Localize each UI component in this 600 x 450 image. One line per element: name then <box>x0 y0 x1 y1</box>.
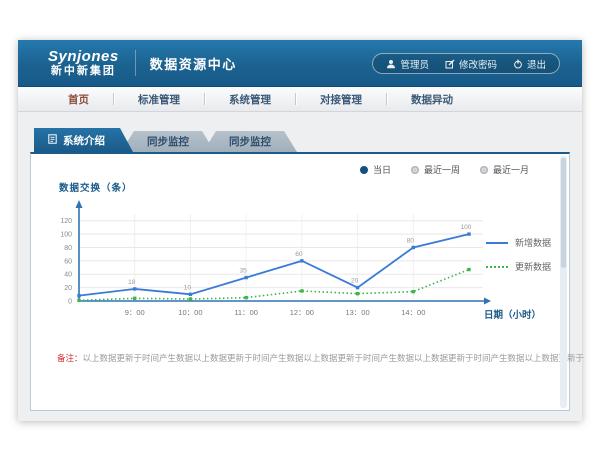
nav-item-home[interactable]: 首页 <box>44 92 113 107</box>
legend-updated-data[interactable]: 更新数据 <box>486 260 551 273</box>
logo-brand: Synjones <box>48 49 119 66</box>
current-user-label: 管理员 <box>400 57 429 71</box>
svg-text:100: 100 <box>60 232 72 239</box>
svg-text:14：00: 14：00 <box>401 308 425 317</box>
svg-text:100: 100 <box>461 224 472 231</box>
change-password-button[interactable]: 修改密码 <box>445 57 497 71</box>
svg-text:60: 60 <box>64 258 72 265</box>
tab-bar: 系统介绍 同步监控 同步监控 <box>34 128 297 152</box>
legend-new-data[interactable]: 新增数据 <box>486 236 551 249</box>
legend-label: 新增数据 <box>515 236 551 249</box>
svg-text:35: 35 <box>240 268 248 275</box>
svg-text:40: 40 <box>64 272 72 279</box>
filter-label: 最近一周 <box>424 163 460 176</box>
chart-wrap: 0 20 40 60 80 100 120 18 10 35 60 20 80 100 9：00 10：00 1… <box>39 198 497 322</box>
header-divider <box>135 50 136 76</box>
radio-selected-icon <box>360 166 368 174</box>
tab-label: 同步监控 <box>147 134 189 149</box>
y-axis-title: 数据交换（条） <box>59 180 133 194</box>
footnote-label: 备注： <box>57 353 83 363</box>
user-menu: 管理员 修改密码 退出 <box>372 53 560 74</box>
tab-system-intro[interactable]: 系统介绍 <box>34 128 133 152</box>
filter-today[interactable]: 当日 <box>360 163 391 176</box>
footnote-text: 以上数据更新于时间产生数据以上数据更新于时间产生数据以上数据更新于时间产生数据以… <box>83 353 585 363</box>
blue-line-swatch <box>486 242 508 244</box>
power-icon <box>513 59 523 69</box>
edit-icon <box>445 59 455 69</box>
filter-last-week[interactable]: 最近一周 <box>411 163 460 176</box>
svg-text:60: 60 <box>295 251 303 258</box>
svg-text:13：00: 13：00 <box>345 308 369 317</box>
app-title: 数据资源中心 <box>150 54 237 73</box>
svg-text:20: 20 <box>351 278 359 285</box>
radio-icon <box>411 166 419 174</box>
svg-text:18: 18 <box>128 279 136 286</box>
line-chart: 0 20 40 60 80 100 120 18 10 35 60 20 80 100 9：00 10：00 1… <box>39 198 497 322</box>
svg-text:0: 0 <box>68 299 72 306</box>
nav-item-data-change[interactable]: 数据异动 <box>387 92 477 107</box>
tab-label: 同步监控 <box>229 134 271 149</box>
logout-button[interactable]: 退出 <box>513 57 546 71</box>
svg-text:80: 80 <box>64 245 72 252</box>
change-password-label: 修改密码 <box>459 57 497 71</box>
tab-sync-monitor-1[interactable]: 同步监控 <box>121 131 215 152</box>
logout-label: 退出 <box>527 57 546 71</box>
page: Synjones 新中新集团 数据资源中心 管理员 修改密码 <box>0 0 600 450</box>
filter-last-month[interactable]: 最近一月 <box>480 163 529 176</box>
user-icon <box>386 59 396 69</box>
nav-item-standard-mgmt[interactable]: 标准管理 <box>114 92 204 107</box>
svg-text:10: 10 <box>184 284 192 291</box>
tab-label: 系统介绍 <box>63 133 105 148</box>
svg-text:10：00: 10：00 <box>178 308 202 317</box>
radio-icon <box>480 166 488 174</box>
app-window: Synjones 新中新集团 数据资源中心 管理员 修改密码 <box>18 40 582 421</box>
company-logo: Synjones 新中新集团 <box>48 49 119 78</box>
time-filter-group: 当日 最近一周 最近一月 <box>360 163 529 176</box>
chart-panel: 当日 最近一周 最近一月 数据交换（条） 0 20 40 60 80 100 120 18 10… <box>30 152 570 411</box>
current-user[interactable]: 管理员 <box>386 57 429 71</box>
app-header: Synjones 新中新集团 数据资源中心 管理员 修改密码 <box>18 40 582 87</box>
footnote: 备注：以上数据更新于时间产生数据以上数据更新于时间产生数据以上数据更新于时间产生… <box>57 352 584 364</box>
content-area: 系统介绍 同步监控 同步监控 当日 最近一周 <box>18 113 582 421</box>
logo-company-name: 新中新集团 <box>48 65 119 77</box>
panel-scrollbar[interactable] <box>560 156 567 408</box>
chart-legend: 新增数据 更新数据 <box>486 236 551 273</box>
green-dotted-swatch <box>486 266 508 268</box>
nav-item-interface-mgmt[interactable]: 对接管理 <box>296 92 386 107</box>
svg-text:20: 20 <box>64 285 72 292</box>
scrollbar-thumb[interactable] <box>561 158 566 268</box>
main-nav: 首页 标准管理 系统管理 对接管理 数据异动 <box>18 87 582 112</box>
tab-sync-monitor-2[interactable]: 同步监控 <box>203 131 297 152</box>
filter-label: 最近一月 <box>493 163 529 176</box>
x-axis-title: 日期（小时） <box>484 307 541 321</box>
svg-text:80: 80 <box>407 237 415 244</box>
document-icon <box>48 134 57 147</box>
filter-label: 当日 <box>373 163 391 176</box>
nav-item-system-mgmt[interactable]: 系统管理 <box>205 92 295 107</box>
svg-text:120: 120 <box>60 218 72 225</box>
legend-label: 更新数据 <box>515 260 551 273</box>
svg-text:12：00: 12：00 <box>290 308 314 317</box>
svg-text:9：00: 9：00 <box>125 308 145 317</box>
svg-text:11：00: 11：00 <box>234 308 258 317</box>
